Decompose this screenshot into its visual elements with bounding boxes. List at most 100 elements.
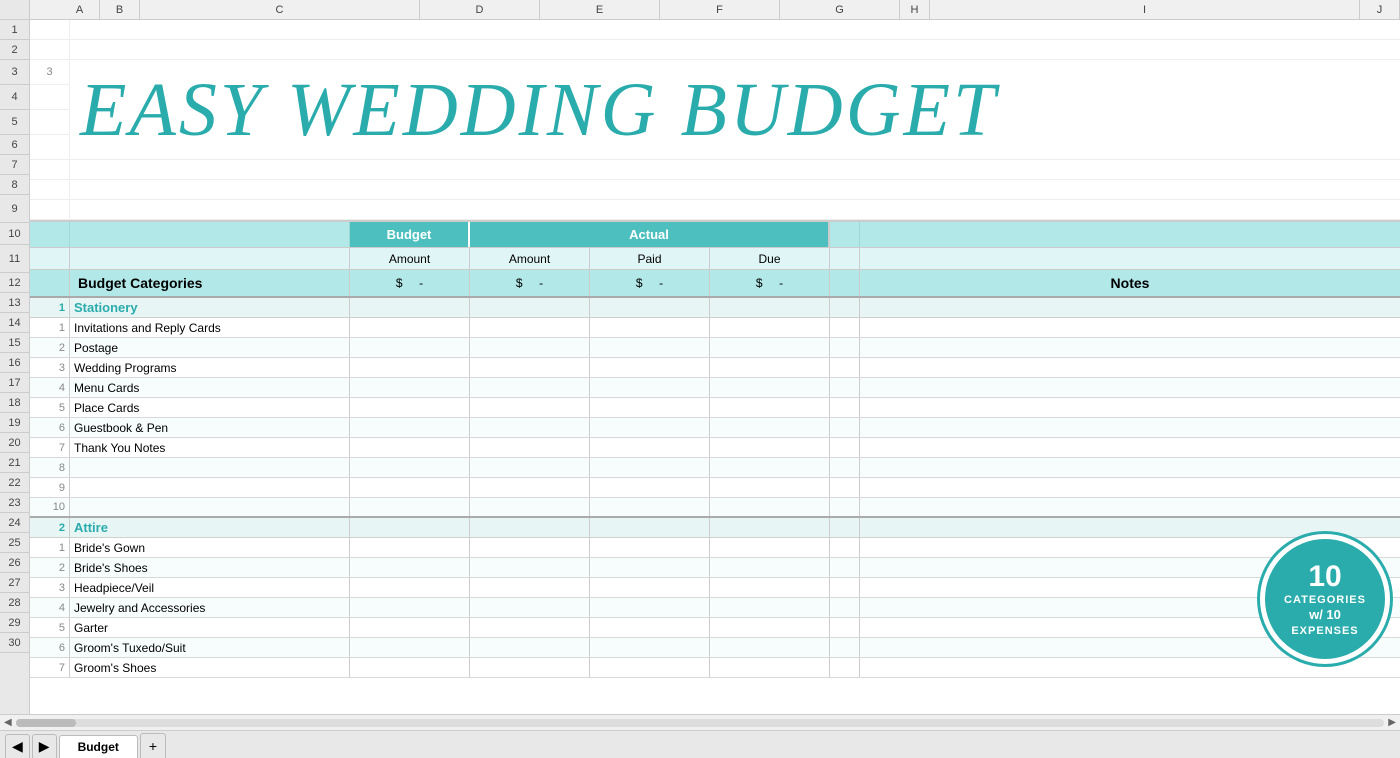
stationery-label: Stationery [74, 300, 138, 315]
rn-26: 26 [0, 553, 29, 573]
g11-dollar: $ - [756, 276, 783, 290]
cell-a7 [30, 180, 70, 199]
cell-f13[interactable] [590, 318, 710, 337]
cell-h10 [830, 248, 860, 269]
paid-header: Paid [590, 248, 710, 269]
rn-6: 6 [0, 135, 29, 155]
budget-label: Budget [387, 227, 432, 242]
row-16[interactable]: 4 Menu Cards [30, 378, 1400, 398]
due-col-label: Due [758, 252, 780, 266]
row-numbers-col: 1 2 3 4 5 6 7 8 9 10 11 12 13 14 15 16 1… [0, 20, 30, 714]
cell-bc11: Budget Categories [70, 270, 350, 296]
rn-30: 30 [0, 633, 29, 653]
row-23-attire: 2 Attire [30, 518, 1400, 538]
col-h-header: H [900, 0, 930, 19]
rn-4: 4 [0, 85, 29, 110]
cell-b7 [70, 180, 1400, 199]
rn-20: 20 [0, 433, 29, 453]
row-26[interactable]: 3 Headpiece/Veil [30, 578, 1400, 598]
col-b-header: B [100, 0, 140, 19]
row-15[interactable]: 3 Wedding Programs [30, 358, 1400, 378]
rn-22: 22 [0, 473, 29, 493]
scroll-track[interactable] [16, 719, 1385, 727]
tab-bar: ◀ ▶ Budget + [0, 730, 1400, 758]
rn-3: 3 [0, 60, 29, 85]
row-28[interactable]: 5 Garter [30, 618, 1400, 638]
item-name[interactable]: Postage [70, 338, 350, 357]
row-13[interactable]: 1 Invitations and Reply Cards [30, 318, 1400, 338]
badge-line3: EXPENSES [1291, 624, 1358, 638]
cell-a9 [30, 222, 70, 247]
rn-11: 11 [0, 245, 29, 273]
rn-28: 28 [0, 593, 29, 613]
row-9-header: Budget Actual [30, 220, 1400, 248]
sheet-area: 1 2 3 4 5 6 7 8 9 10 11 12 13 14 15 16 1… [0, 20, 1400, 714]
row-14[interactable]: 2 Postage [30, 338, 1400, 358]
badge-number: 10 [1308, 560, 1341, 593]
amount-header: Amount [350, 248, 470, 269]
rn-17: 17 [0, 373, 29, 393]
row-1 [30, 20, 1400, 40]
row-24[interactable]: 1 Bride's Gown [30, 538, 1400, 558]
budget-tab[interactable]: Budget [59, 735, 138, 758]
cell-a11 [30, 270, 70, 296]
cell-e14[interactable] [470, 338, 590, 357]
rn-9: 9 [0, 195, 29, 223]
scroll-sheets-left[interactable]: ◀ [5, 734, 30, 758]
scroll-sheets-right[interactable]: ▶ [32, 734, 57, 758]
row-25[interactable]: 2 Bride's Shoes [30, 558, 1400, 578]
cell-i10 [860, 248, 1400, 269]
column-letters: A B C D E F G H I J [60, 0, 1400, 19]
cell-e13[interactable] [470, 318, 590, 337]
badge-circle: 10 CATEGORIES w/ 10 EXPENSES [1260, 534, 1390, 664]
cell-g14[interactable] [710, 338, 830, 357]
rn-18: 18 [0, 393, 29, 413]
scroll-right-arrow[interactable]: ▶ [1388, 717, 1396, 728]
cell-b1 [70, 20, 1400, 39]
row-27[interactable]: 4 Jewelry and Accessories [30, 598, 1400, 618]
badge-line1: CATEGORIES [1284, 593, 1366, 607]
cat1-g [710, 298, 830, 317]
row-29[interactable]: 6 Groom's Tuxedo/Suit [30, 638, 1400, 658]
actual-header: Actual [470, 222, 830, 247]
row-21[interactable]: 9 [30, 478, 1400, 498]
cell-d13[interactable] [350, 318, 470, 337]
cat1-f [590, 298, 710, 317]
row-17[interactable]: 5 Place Cards [30, 398, 1400, 418]
title-row: 3 EASY WEDDING BUDGET [30, 60, 1400, 160]
row-7 [30, 180, 1400, 200]
attire-label: Attire [74, 520, 108, 535]
badge-line2: w/ 10 [1309, 607, 1341, 624]
column-header-strip: A B C D E F G H I J [0, 0, 1400, 20]
col-a-header: A [60, 0, 100, 19]
cell-f11: $ - [590, 270, 710, 296]
cell-h13 [830, 318, 860, 337]
scroll-left-arrow[interactable]: ◀ [4, 717, 12, 728]
categories-header-label: Budget Categories [78, 275, 202, 291]
paid-col-label: Paid [637, 252, 661, 266]
item-num: 1 [30, 318, 70, 337]
cat1-i [860, 298, 1400, 317]
cell-f14[interactable] [590, 338, 710, 357]
cell-a10 [30, 248, 70, 269]
col-f-header: F [660, 0, 780, 19]
row-19[interactable]: 7 Thank You Notes [30, 438, 1400, 458]
row-18[interactable]: 6 Guestbook & Pen [30, 418, 1400, 438]
horizontal-scrollbar[interactable]: ◀ ▶ [0, 714, 1400, 730]
row-11-categories: Budget Categories $ - $ - $ - $ - N [30, 270, 1400, 298]
item-name[interactable]: Invitations and Reply Cards [70, 318, 350, 337]
budget-header: Budget [350, 222, 470, 247]
add-sheet-button[interactable]: + [140, 733, 166, 758]
cell-d14[interactable] [350, 338, 470, 357]
scroll-thumb[interactable] [16, 719, 76, 727]
row-20[interactable]: 8 [30, 458, 1400, 478]
rn-24: 24 [0, 513, 29, 533]
row-22[interactable]: 10 [30, 498, 1400, 518]
amount-col-label: Amount [389, 252, 430, 266]
rn-19: 19 [0, 413, 29, 433]
cell-i13[interactable] [860, 318, 1400, 337]
cell-a8 [30, 200, 70, 219]
row-30[interactable]: 7 Groom's Shoes [30, 658, 1400, 678]
cell-a6 [30, 160, 70, 179]
cell-g13[interactable] [710, 318, 830, 337]
